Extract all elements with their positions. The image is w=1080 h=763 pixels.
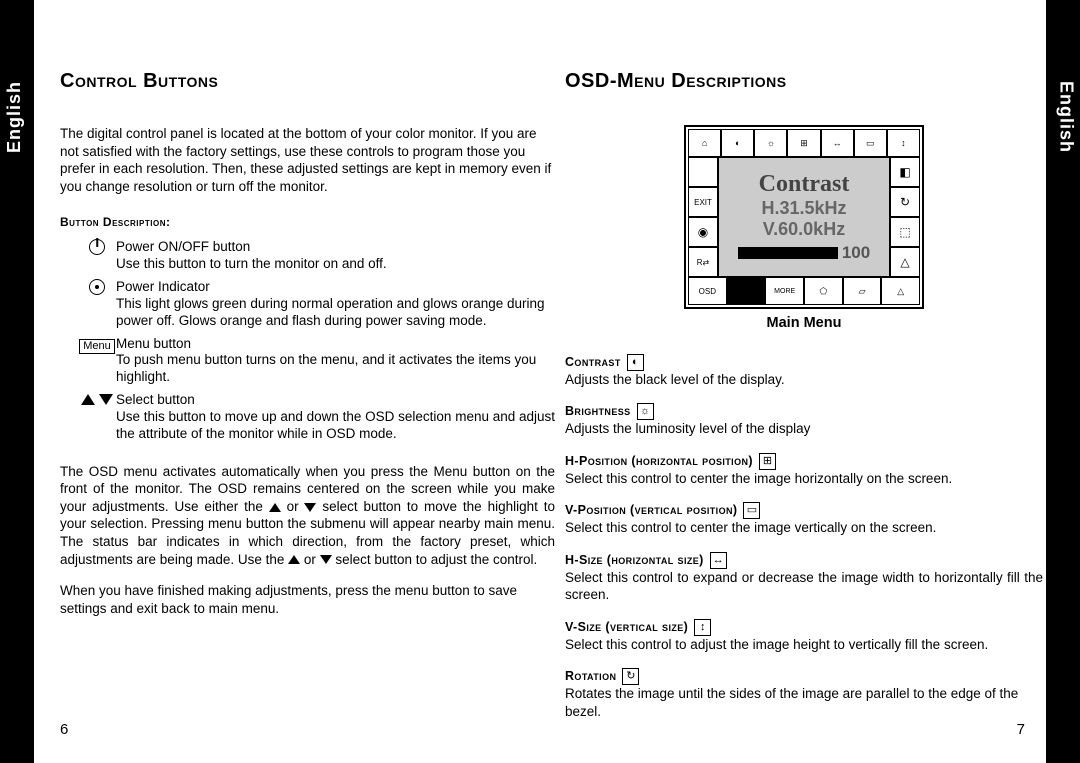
button-desc: Use this button to move up and down the … <box>116 409 555 441</box>
osd-top-icon: ⌂ <box>688 129 721 157</box>
power-icon <box>78 239 116 258</box>
button-desc: This light glows green during normal ope… <box>116 296 545 328</box>
osd-vsize-icon: ↕ <box>887 129 920 157</box>
osd-side-icon: ⬚ <box>890 217 920 247</box>
osd-vfreq: V.60.0kHz <box>763 219 845 240</box>
button-row-power: Power ON/OFF button Use this button to t… <box>78 239 555 273</box>
manual-spread: English English Control Buttons The digi… <box>0 0 1080 763</box>
section-title-osd: OSD-Menu Descriptions <box>565 70 1043 93</box>
section-title-control-buttons: Control Buttons <box>60 70 555 93</box>
osd-bottom-cell: MORE <box>765 277 804 305</box>
button-desc: To push menu button turns on the menu, a… <box>116 352 536 384</box>
button-label: Power ON/OFF button <box>116 239 387 256</box>
button-label: Power Indicator <box>116 279 555 296</box>
page-number-right: 7 <box>1017 721 1025 738</box>
osd-globe-icon: ◉ <box>688 217 718 247</box>
brightness-icon: ☼ <box>637 403 654 420</box>
menu-item-contrast: Contrast◐ Adjusts the black level of the… <box>565 353 1043 388</box>
menu-item-vposition: V-Position (vertical position)▭ Select t… <box>565 501 1043 536</box>
osd-progress-bar <box>738 247 838 259</box>
triangle-down-icon <box>320 555 332 564</box>
osd-side-icon <box>688 157 718 187</box>
button-row-indicator: Power Indicator This light glows green d… <box>78 279 555 330</box>
osd-vpos-icon: ▭ <box>854 129 887 157</box>
left-page: Control Buttons The digital control pane… <box>60 70 555 631</box>
hsize-icon: ↔ <box>710 552 727 569</box>
osd-side-icon: ◧ <box>890 157 920 187</box>
hposition-icon: ⊞ <box>759 453 776 470</box>
menu-item-hsize: H-Size (horizontal size)↔ Select this co… <box>565 551 1043 604</box>
osd-bottom-cell: △ <box>881 277 920 305</box>
osd-screenshot: ⌂ ◐ ☼ ⊞ ↔ ▭ ↕ EXIT ◉ R⇄ Cont <box>565 125 1043 309</box>
button-row-select: Select button Use this button to move up… <box>78 392 555 443</box>
button-description-heading: Button Description: <box>60 215 555 229</box>
osd-contrast-icon: ◐ <box>721 129 754 157</box>
intro-paragraph: The digital control panel is located at … <box>60 125 555 195</box>
rotation-icon: ↻ <box>622 668 639 685</box>
triangle-down-icon <box>304 503 316 512</box>
language-tab-left: English <box>0 62 28 172</box>
button-desc: Use this button to turn the monitor on a… <box>116 256 387 271</box>
osd-bottom-cell: ▱ <box>843 277 882 305</box>
osd-brightness-icon: ☼ <box>754 129 787 157</box>
button-label: Select button <box>116 392 555 409</box>
osd-rotation-icon: ↻ <box>890 187 920 217</box>
osd-hfreq: H.31.5kHz <box>761 198 846 219</box>
contrast-icon: ◐ <box>627 354 644 371</box>
osd-bottom-cell: OSD <box>688 277 727 305</box>
main-menu-caption: Main Menu <box>565 315 1043 331</box>
osd-title: Contrast <box>759 171 850 198</box>
osd-paragraph-1: The OSD menu activates automatically whe… <box>60 463 555 568</box>
vposition-icon: ▭ <box>743 502 760 519</box>
page-number-left: 6 <box>60 721 68 738</box>
menu-button-icon: Menu <box>78 336 116 354</box>
select-icon <box>78 392 116 408</box>
osd-bottom-cell: ⬠ <box>804 277 843 305</box>
right-page: OSD-Menu Descriptions ⌂ ◐ ☼ ⊞ ↔ ▭ ↕ EXIT… <box>565 70 1043 734</box>
osd-recall-icon: R⇄ <box>688 247 718 277</box>
triangle-up-icon <box>288 555 300 564</box>
menu-item-vsize: V-Size (vertical size)↕ Select this cont… <box>565 618 1043 653</box>
triangle-up-icon <box>269 503 281 512</box>
language-tab-right: English <box>1052 62 1080 172</box>
osd-value: 100 <box>842 243 870 263</box>
indicator-icon <box>78 279 116 298</box>
osd-paragraph-2: When you have finished making adjustment… <box>60 582 555 617</box>
button-label: Menu button <box>116 336 555 353</box>
osd-hpos-icon: ⊞ <box>787 129 820 157</box>
button-row-menu: Menu Menu button To push menu button tur… <box>78 336 555 387</box>
vsize-icon: ↕ <box>694 619 711 636</box>
button-list: Power ON/OFF button Use this button to t… <box>78 239 555 443</box>
menu-item-hposition: H-Position (horizontal position)⊞ Select… <box>565 452 1043 487</box>
menu-item-rotation: Rotation↻ Rotates the image until the si… <box>565 667 1043 720</box>
osd-bottom-cell <box>727 277 766 305</box>
osd-hsize-icon: ↔ <box>821 129 854 157</box>
osd-side-icon: △ <box>890 247 920 277</box>
menu-item-brightness: Brightness☼ Adjusts the luminosity level… <box>565 402 1043 437</box>
osd-exit-icon: EXIT <box>688 187 718 217</box>
